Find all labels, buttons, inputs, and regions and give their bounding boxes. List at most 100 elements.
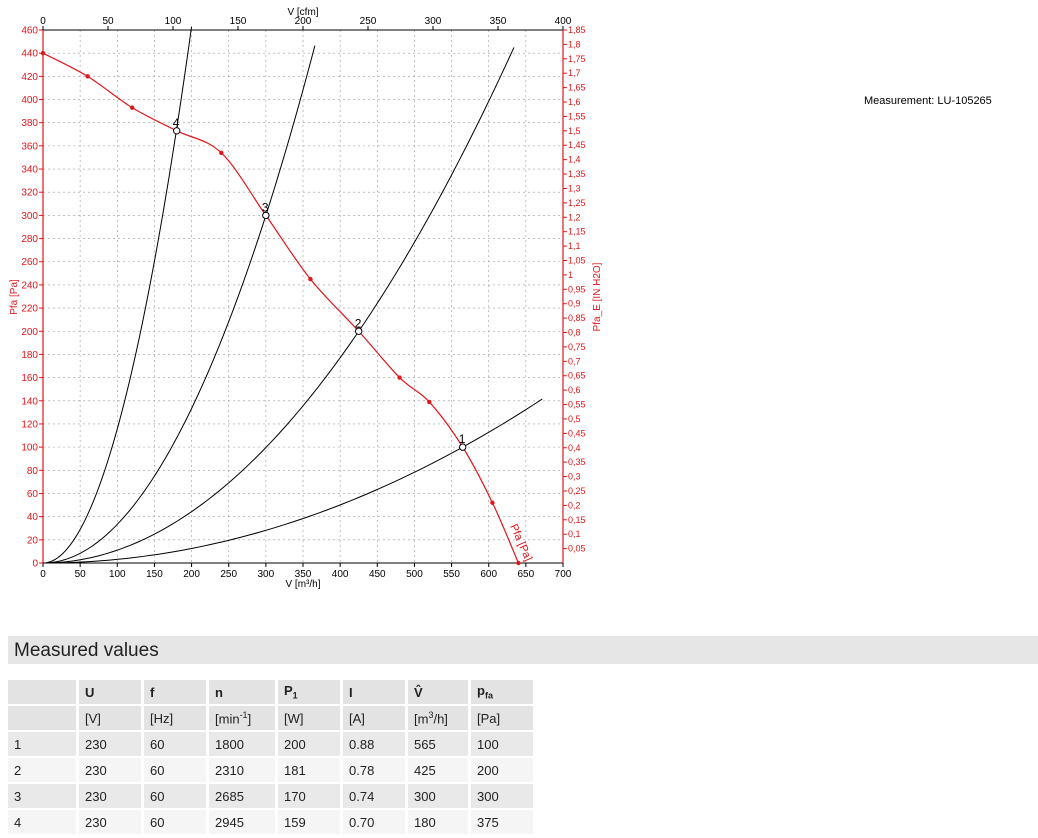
- y-tick-label: 420: [21, 72, 38, 83]
- table-units-row: [V] [Hz] [min-1] [W] [A] [m3/h] [Pa]: [8, 706, 536, 730]
- y2-tick-label: 1,85: [568, 25, 586, 35]
- cell: 100: [471, 732, 536, 756]
- p1-sub: 1: [292, 690, 298, 701]
- y2-tick-label: 1,2: [568, 212, 581, 222]
- y2-tick-label: 1,55: [568, 111, 586, 121]
- x-tick-label: 200: [183, 569, 200, 580]
- cell: 230: [79, 758, 144, 782]
- cell: 60: [144, 732, 209, 756]
- y-tick-label: 20: [27, 535, 39, 546]
- y2-tick-label: 1,1: [568, 241, 581, 251]
- y-tick-label: 40: [27, 512, 39, 523]
- y-tick-label: 140: [21, 396, 38, 407]
- table-row: 4 230 60 2945 159 0.70 180 375: [8, 810, 536, 834]
- y-tick-label: 80: [27, 466, 39, 477]
- y2-tick-label: 1,6: [568, 97, 581, 107]
- operating-point-label: 2: [355, 316, 362, 330]
- y2-tick-label: 1,05: [568, 255, 586, 265]
- cell: 230: [79, 784, 144, 808]
- fan-curve-marker: [397, 375, 402, 380]
- fan-curve-marker: [85, 74, 90, 79]
- measured-values-header: Measured values: [8, 636, 1038, 664]
- y2-axis-label: Pfa_E [IN H2O]: [592, 262, 603, 331]
- table-header-row: U f n P1 I V̂ pfa: [8, 680, 536, 704]
- unit-cell-m3h: [m3/h]: [408, 706, 471, 730]
- x-tick-label: 300: [258, 569, 275, 580]
- x-tick-label: 450: [369, 569, 386, 580]
- x2-tick-label: 50: [102, 16, 114, 27]
- fan-curve-marker: [129, 105, 135, 110]
- cell: 2310: [209, 758, 278, 782]
- y2-tick-label: 0,3: [568, 472, 581, 482]
- cell: 181: [278, 758, 343, 782]
- y2-tick-label: 0,85: [568, 313, 586, 323]
- x-tick-label: 50: [75, 569, 87, 580]
- y2-tick-label: 0,25: [568, 486, 586, 496]
- fan-curve-label: Pfa [Pa]: [507, 522, 534, 563]
- cell: 230: [79, 732, 144, 756]
- unit-cell: [W]: [278, 706, 343, 730]
- y2-tick-label: 0,6: [568, 385, 581, 395]
- cell: 60: [144, 758, 209, 782]
- header-cell-n: n: [209, 680, 278, 704]
- axis-ticks: 0 50 100 150 200 250 300 350 400 450 500 550 600 650 7…: [21, 16, 585, 580]
- y2-tick-label: 1,75: [568, 54, 586, 64]
- cell: 200: [471, 758, 536, 782]
- y2-tick-label: 0,05: [568, 544, 586, 554]
- unit-sup: -1: [239, 709, 248, 720]
- operating-point-label: 4: [173, 116, 180, 130]
- section-title: Measured values: [14, 640, 159, 661]
- y-tick-label: 0: [32, 559, 38, 570]
- system-curves: [42, 26, 543, 564]
- x2-tick-label: 150: [230, 16, 247, 27]
- measured-values-table: U f n P1 I V̂ pfa [V] [Hz] [min-1] [W] […: [8, 678, 536, 836]
- x-tick-label: 550: [443, 569, 460, 580]
- x-tick-label: 250: [220, 569, 237, 580]
- header-cell-u: U: [79, 680, 144, 704]
- y-tick-label: 280: [21, 234, 38, 245]
- cell: 2685: [209, 784, 278, 808]
- y-tick-label: 160: [21, 373, 38, 384]
- cell: 2: [8, 758, 79, 782]
- fan-curve-marker: [40, 50, 46, 56]
- cell: 2945: [209, 810, 278, 834]
- cell: 0.88: [343, 732, 408, 756]
- y2-tick-label: 0,45: [568, 428, 586, 438]
- x2-tick-label: 100: [165, 16, 182, 27]
- cell: 159: [278, 810, 343, 834]
- fan-performance-chart: 0 50 100 150 200 250 300 350 400 450 500 550 600 650 7…: [9, 7, 603, 590]
- y2-tick-label: 0,9: [568, 299, 581, 309]
- operating-point-label: 1: [459, 432, 466, 446]
- header-cell-pfa: pfa: [471, 680, 536, 704]
- header-cell-f: f: [144, 680, 209, 704]
- cell: 565: [408, 732, 471, 756]
- operating-points: 1 2 3 4: [173, 116, 467, 451]
- y-tick-label: 60: [27, 489, 39, 500]
- cell: 1: [8, 732, 79, 756]
- y2-tick-label: 1,65: [568, 83, 586, 93]
- unit-cell-min: [min-1]: [209, 706, 278, 730]
- cell: 0.70: [343, 810, 408, 834]
- x2-tick-label: 0: [40, 16, 46, 27]
- cell: 3: [8, 784, 79, 808]
- fan-curve-marker: [308, 276, 313, 282]
- table-row: 3 230 60 2685 170 0.74 300 300: [8, 784, 536, 808]
- y-tick-label: 120: [21, 419, 38, 430]
- y2-tick-label: 0,75: [568, 342, 586, 352]
- system-curve: [42, 26, 193, 564]
- y2-tick-label: 1,4: [568, 155, 581, 165]
- cell: 425: [408, 758, 471, 782]
- x-tick-label: 500: [406, 569, 423, 580]
- unit-cell: [A]: [343, 706, 408, 730]
- system-curve: [42, 398, 543, 564]
- x-tick-label: 150: [146, 569, 163, 580]
- header-cell-blank: [8, 680, 79, 704]
- cell: 4: [8, 810, 79, 834]
- p1-main: P: [284, 683, 293, 699]
- measurement-note: Measurement: LU-105265: [864, 95, 992, 107]
- y2-tick-label: 0,5: [568, 414, 581, 424]
- table-row: 2 230 60 2310 181 0.78 425 200: [8, 758, 536, 782]
- y2-tick-label: 0,8: [568, 328, 581, 338]
- x2-tick-label: 250: [360, 16, 377, 27]
- y2-tick-label: 0,2: [568, 500, 581, 510]
